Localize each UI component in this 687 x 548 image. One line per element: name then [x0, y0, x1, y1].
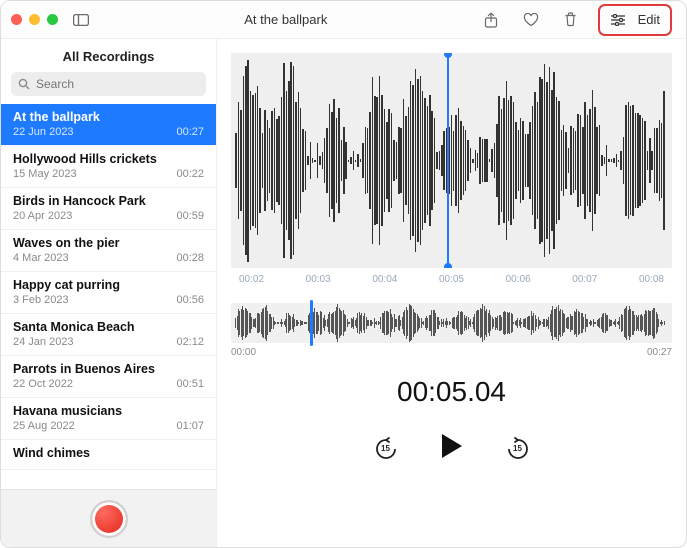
- recording-row[interactable]: Wind chimes: [1, 440, 216, 470]
- titlebar: At the ballpark Edit: [1, 1, 686, 39]
- delete-button[interactable]: [558, 9, 584, 31]
- timeline-tick: 00:04: [372, 274, 397, 285]
- timeline-tick: 00:05: [439, 274, 464, 285]
- edit-button[interactable]: Edit: [638, 12, 660, 27]
- recording-duration: 00:51: [176, 378, 204, 390]
- timeline-tick: 00:07: [572, 274, 597, 285]
- recording-name: Hollywood Hills crickets: [13, 152, 204, 166]
- recording-date: 25 Aug 2022: [13, 420, 75, 432]
- sidebar-title: All Recordings: [1, 39, 216, 72]
- record-button[interactable]: [90, 500, 128, 538]
- edit-controls-highlight: Edit: [598, 4, 672, 36]
- recording-row[interactable]: Waves on the pier 4 Mar 2023 00:28: [1, 230, 216, 272]
- recording-row[interactable]: Hollywood Hills crickets 15 May 2023 00:2…: [1, 146, 216, 188]
- main-panel: 00:02 00:03 00:04 00:05 00:06 00:07 00:08 00:0…: [217, 39, 686, 547]
- recording-date: 20 Apr 2023: [13, 210, 72, 222]
- search-icon: [18, 78, 30, 90]
- recording-name: Parrots in Buenos Aires: [13, 362, 204, 376]
- recording-duration: 00:28: [176, 252, 204, 264]
- recording-name: Happy cat purring: [13, 278, 204, 292]
- app-window: At the ballpark Edit All Recordings: [0, 0, 687, 548]
- recording-duration: 01:07: [176, 420, 204, 432]
- recording-row[interactable]: Parrots in Buenos Aires 22 Oct 2022 00:51: [1, 356, 216, 398]
- recording-duration: 00:56: [176, 294, 204, 306]
- recording-date: 4 Mar 2023: [13, 252, 69, 264]
- recording-date: 15 May 2023: [13, 168, 77, 180]
- timeline-tick: 00:02: [239, 274, 264, 285]
- skip-back-button[interactable]: 15: [373, 436, 399, 462]
- recording-date: 22 Jun 2023: [13, 126, 74, 138]
- current-time: 00:05.04: [217, 376, 686, 408]
- zoom-window-button[interactable]: [47, 14, 58, 25]
- scrub-end-label: 00:27: [647, 347, 672, 358]
- recording-row[interactable]: Santa Monica Beach 24 Jan 2023 02:12: [1, 314, 216, 356]
- sidebar: All Recordings At the ballpark 22 Jun 20…: [1, 39, 217, 547]
- recording-date: 3 Feb 2023: [13, 294, 69, 306]
- recording-name: Santa Monica Beach: [13, 320, 204, 334]
- recording-name: Birds in Hancock Park: [13, 194, 204, 208]
- timeline-tick: 00:06: [506, 274, 531, 285]
- recording-name: Wind chimes: [13, 446, 204, 460]
- recording-date: 22 Oct 2022: [13, 378, 73, 390]
- share-button[interactable]: [478, 9, 504, 31]
- skip-forward-button[interactable]: 15: [505, 436, 531, 462]
- playhead[interactable]: [447, 53, 449, 268]
- playback-controls: 15 15: [217, 432, 686, 465]
- recording-row[interactable]: At the ballpark 22 Jun 2023 00:27: [1, 104, 216, 146]
- recording-duration: 00:27: [176, 126, 204, 138]
- recording-date: 24 Jan 2023: [13, 336, 74, 348]
- recording-name: At the ballpark: [13, 110, 204, 124]
- recording-row[interactable]: Birds in Hancock Park 20 Apr 2023 00:59: [1, 188, 216, 230]
- timeline-tick: 00:03: [306, 274, 331, 285]
- close-window-button[interactable]: [11, 14, 22, 25]
- favorite-button[interactable]: [518, 9, 544, 31]
- recording-duration: 00:59: [176, 210, 204, 222]
- recording-row[interactable]: Havana musicians 25 Aug 2022 01:07: [1, 398, 216, 440]
- timeline-tick: 00:08: [639, 274, 664, 285]
- recording-duration: 00:22: [176, 168, 204, 180]
- search-field[interactable]: [11, 72, 206, 96]
- playback-settings-button[interactable]: [610, 9, 626, 31]
- search-input[interactable]: [36, 77, 199, 91]
- scrub-start-label: 00:00: [231, 347, 256, 358]
- recording-duration: 02:12: [176, 336, 204, 348]
- window-title: At the ballpark: [94, 12, 478, 27]
- recording-name: Havana musicians: [13, 404, 204, 418]
- recording-name: Waves on the pier: [13, 236, 204, 250]
- overview-scrubber[interactable]: [231, 303, 672, 343]
- waveform-display[interactable]: [231, 53, 672, 268]
- toggle-sidebar-button[interactable]: [68, 9, 94, 31]
- recording-row[interactable]: Happy cat purring 3 Feb 2023 00:56: [1, 272, 216, 314]
- recordings-list: At the ballpark 22 Jun 2023 00:27 Hollywoo…: [1, 104, 216, 489]
- play-button[interactable]: [439, 432, 465, 465]
- overview-playhead[interactable]: [310, 300, 313, 346]
- sidebar-footer: [1, 489, 216, 547]
- minimize-window-button[interactable]: [29, 14, 40, 25]
- window-controls: [11, 14, 58, 25]
- toolbar-right: Edit: [478, 4, 672, 36]
- timeline-ruler: 00:02 00:03 00:04 00:05 00:06 00:07 00:08: [239, 274, 664, 285]
